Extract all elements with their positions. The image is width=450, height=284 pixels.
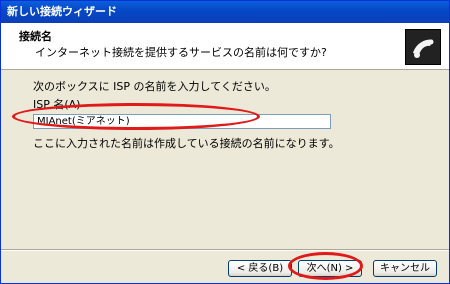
cancel-button[interactable]: キャンセル bbox=[373, 260, 437, 277]
header-title: 接続名 bbox=[19, 30, 52, 43]
connection-wizard-icon bbox=[405, 29, 441, 65]
isp-name-input[interactable]: MIAnet(ミアネット) bbox=[33, 114, 331, 129]
header-subtitle: インターネット接続を提供するサービスの名前は何ですか? bbox=[35, 46, 327, 59]
window-title: 新しい接続ウィザード bbox=[7, 5, 117, 18]
wizard-window: 新しい接続ウィザード 接続名 インターネット接続を提供するサービスの名前は何です… bbox=[0, 0, 450, 284]
instruction-text: 次のボックスに ISP の名前を入力してください。 bbox=[33, 80, 276, 93]
title-bar[interactable]: 新しい接続ウィザード bbox=[1, 1, 449, 23]
footer-separator bbox=[1, 249, 449, 251]
note-text: ここに入力された名前は作成している接続の名前になります。 bbox=[33, 137, 340, 150]
wizard-header: 接続名 インターネット接続を提供するサービスの名前は何ですか? bbox=[1, 23, 449, 70]
next-button[interactable]: 次へ(N) > bbox=[298, 260, 362, 277]
isp-name-label: ISP 名(A) bbox=[33, 98, 81, 111]
back-button[interactable]: < 戻る(B) bbox=[228, 260, 292, 277]
